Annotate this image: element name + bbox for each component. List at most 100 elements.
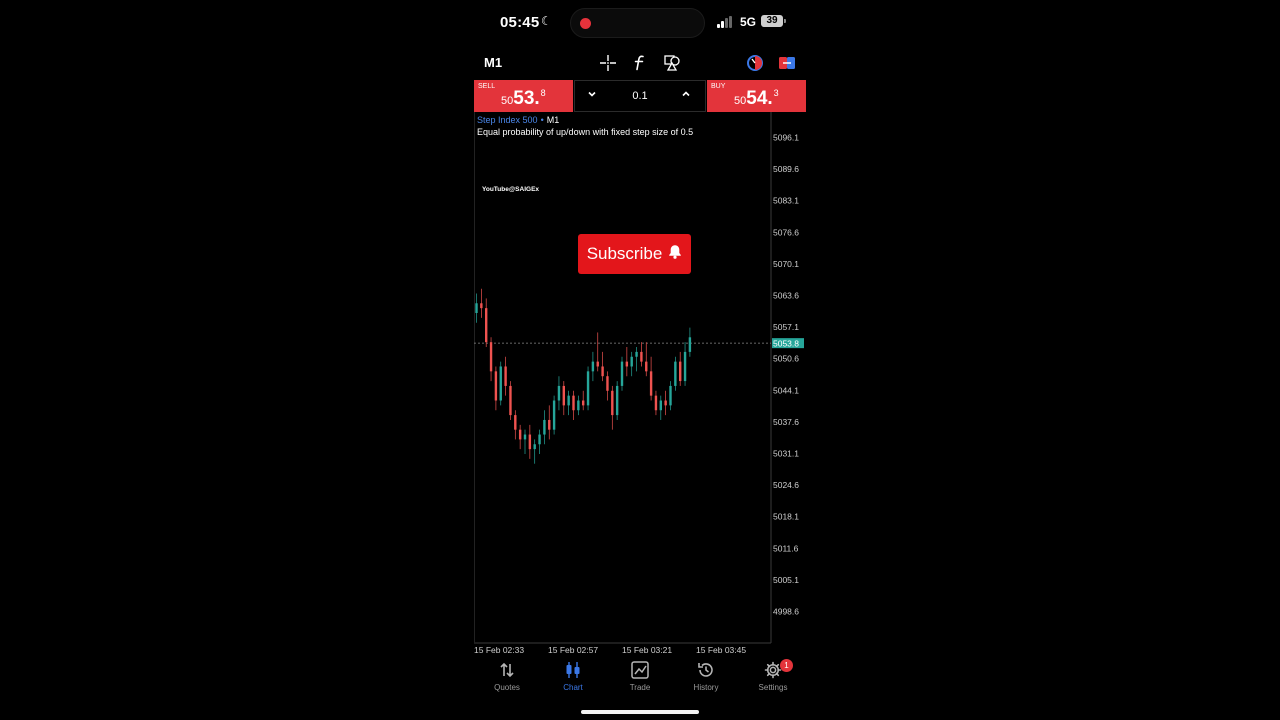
status-time: 05:45 [500,14,540,31]
trade-icon [631,661,649,679]
candle-body [586,371,590,406]
function-icon[interactable] [629,52,651,74]
symbol-info: Step Index 500 • M1 [477,115,560,125]
candle-body [480,303,483,309]
candle-body [606,376,609,391]
price-tick-label: 5050.6 [773,354,799,364]
candle-body [533,444,536,450]
candle-body [615,385,619,416]
crosshair-icon[interactable] [597,52,619,74]
price-tick-label: 5005.1 [773,575,799,585]
time-tick-label: 15 Feb 02:57 [548,645,598,655]
symbol-name: Step Index 500 [477,115,538,125]
candle-body [582,400,585,406]
price-tick-label: 5089.6 [773,164,799,174]
price-tick-label: 5057.1 [773,322,799,332]
tab-settings[interactable]: Settings [743,660,803,696]
candle-body [543,419,546,435]
candle-body [562,385,565,406]
subscribe-button[interactable]: Subscribe [578,234,691,274]
price-tick-label: 5096.1 [773,133,799,143]
tab-quotes[interactable]: Quotes [477,660,537,696]
time-tick-label: 15 Feb 03:45 [696,645,746,655]
sell-price: 5053.8 [501,88,546,109]
price-tick-label: 5011.6 [773,543,799,553]
tab-history-label: History [693,683,719,692]
buy-label: BUY [711,83,726,90]
current-price-label: 5053.8 [773,339,799,349]
focus-moon-icon: ☾ [541,14,552,28]
quotes-icon [500,662,514,678]
candle-body [688,337,692,352]
tab-trade[interactable]: Trade [610,660,670,696]
candle-body [509,385,512,416]
candle-body [518,429,522,440]
sell-label: SELL [478,83,496,90]
youtube-watermark: YouTube@SAIGEx [482,186,540,193]
candle-body [649,371,653,396]
candle-body [640,351,643,362]
candle-body [475,303,478,314]
tab-quotes-label: Quotes [494,683,520,692]
candle-body [596,361,599,367]
chart-icon [566,662,580,678]
candle-body [635,351,638,357]
symbol-description: Equal probability of up/down with fixed … [477,127,694,137]
one-click-trading-icon[interactable] [744,52,766,74]
time-tick-label: 15 Feb 03:21 [622,645,672,655]
subscribe-label: Subscribe [586,244,663,263]
candle-body [683,351,687,382]
candle-body [489,342,493,372]
phone-screen: 05:45 ☾ 5G 39 M1 SELL 5053.8 0.1 BUY 505… [474,0,806,720]
candle-body [611,390,614,416]
candle-body [485,308,488,343]
timeframe-button[interactable]: M1 [484,55,502,70]
price-tick-label: 5044.1 [773,385,799,395]
volume-stepper[interactable]: 0.1 [574,80,706,112]
tab-trade-label: Trade [629,683,651,692]
tab-chart[interactable]: Chart [543,660,603,696]
home-indicator[interactable] [581,710,699,714]
tab-chart-label: Chart [563,683,583,692]
candle-body [664,400,667,406]
volume-increase-icon[interactable] [681,89,691,102]
price-tick-label: 5037.6 [773,417,799,427]
time-tick-label: 15 Feb 02:33 [474,645,524,655]
tab-history[interactable]: History [676,660,736,696]
price-tick-label: 5063.6 [773,291,799,301]
buy-price: 5054.3 [734,88,779,109]
candle-body [674,361,677,386]
candle-body [625,361,629,367]
sell-button[interactable]: SELL 5053.8 [474,80,573,112]
candle-body [552,400,556,430]
price-chart[interactable]: 5096.1 5089.6 5083.1 5076.6 5070.1 5063.6 5057… [474,112,806,656]
candle-body [659,400,662,411]
candle-body [669,385,672,406]
candle-body [504,366,507,386]
price-tick-label: 5024.6 [773,480,799,490]
candle-body [620,361,624,386]
buy-button[interactable]: BUY 5054.3 [707,80,806,112]
symbol-timeframe: M1 [546,115,560,125]
candle-body [679,361,682,382]
candle-body [567,395,570,406]
shapes-icon[interactable] [661,52,683,74]
tab-settings-label: Settings [758,683,788,692]
candle-body [538,434,541,445]
trade-panel-icon[interactable] [776,52,798,74]
candle-body [654,395,658,411]
price-tick-label: 5083.1 [773,196,799,206]
price-tick-label: 5070.1 [773,259,799,269]
price-tick-label: 5076.6 [773,227,799,237]
candle-body [645,361,648,372]
candle-body [523,434,527,440]
candle-body [601,366,604,377]
candle-body [499,366,502,401]
candle-body [572,395,575,411]
candle-body [591,361,595,372]
candle-body [514,415,517,430]
bell-icon [668,244,682,264]
recording-dot-icon [580,18,591,29]
battery-icon: 39 [761,15,783,27]
settings-notification-badge: 1 [780,659,793,672]
